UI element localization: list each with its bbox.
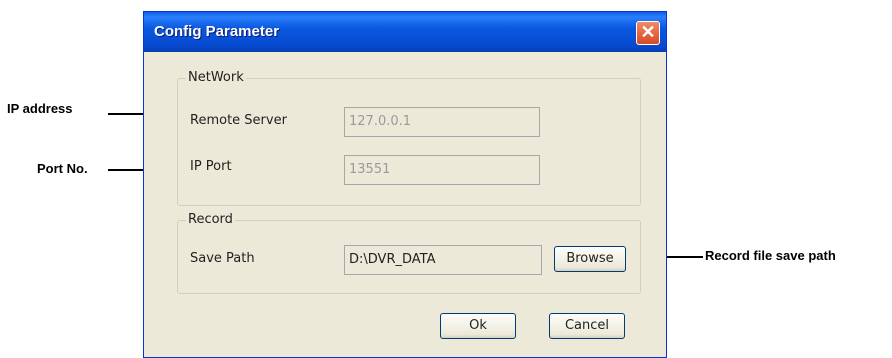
annotation-port-no: Port No.	[37, 161, 88, 176]
close-button[interactable]: ✕	[636, 21, 660, 45]
annotation-ip-address: IP address	[7, 101, 73, 116]
annotation-record-path: Record file save path	[705, 248, 836, 263]
ok-button[interactable]: Ok	[440, 313, 516, 339]
network-legend: NetWork	[186, 70, 246, 85]
record-groupbox: Record Save Path D:\DVR_DATA Browse	[177, 212, 641, 294]
cancel-button[interactable]: Cancel	[549, 313, 625, 339]
config-parameter-dialog: Config Parameter ✕ NetWork Remote Server…	[143, 11, 667, 358]
save-path-label: Save Path	[190, 251, 255, 266]
remote-server-label: Remote Server	[190, 113, 287, 128]
record-legend: Record	[186, 212, 235, 227]
ip-port-label: IP Port	[190, 159, 232, 174]
ip-port-input[interactable]: 13551	[344, 155, 540, 185]
close-icon: ✕	[640, 22, 656, 42]
browse-button[interactable]: Browse	[554, 246, 626, 272]
dialog-title: Config Parameter	[154, 23, 280, 40]
title-bar[interactable]: Config Parameter ✕	[144, 12, 666, 52]
remote-server-input[interactable]: 127.0.0.1	[344, 107, 540, 137]
network-groupbox: NetWork Remote Server 127.0.0.1 IP Port …	[177, 70, 641, 206]
save-path-input[interactable]: D:\DVR_DATA	[344, 245, 542, 275]
